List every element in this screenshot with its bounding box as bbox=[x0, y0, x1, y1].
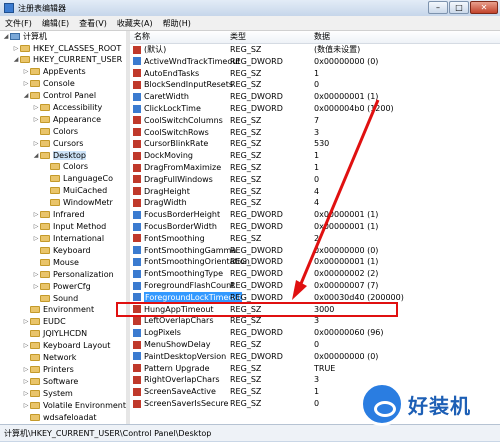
watermark-text: 好装机 bbox=[408, 394, 471, 418]
annotation-arrow bbox=[292, 99, 380, 300]
watermark-logo: 好装机 bbox=[360, 380, 500, 441]
watermark-icon bbox=[360, 382, 404, 426]
